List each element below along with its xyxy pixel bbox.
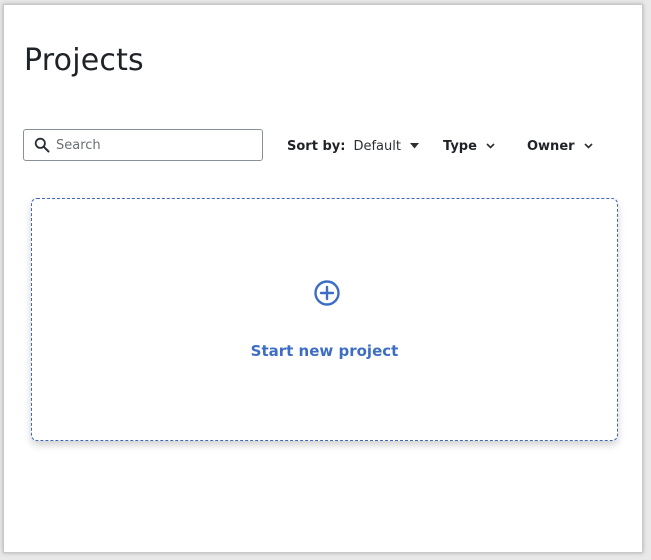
projects-window: Projects Sort by: Default Type Owner [3, 4, 643, 553]
search-input[interactable] [56, 137, 246, 153]
owner-label: Owner [527, 138, 575, 154]
type-dropdown[interactable]: Type [443, 137, 495, 155]
sort-dropdown[interactable]: Sort by: Default [287, 137, 419, 155]
sort-label: Sort by: [287, 138, 346, 154]
plus-circle-icon [313, 279, 341, 307]
start-new-project-card[interactable]: Start new project [31, 198, 618, 441]
owner-dropdown[interactable]: Owner [527, 137, 593, 155]
start-new-project-label: Start new project [250, 342, 399, 360]
caret-down-icon [409, 143, 419, 149]
chevron-down-icon [583, 143, 593, 149]
sort-value: Default [353, 138, 401, 154]
chevron-down-icon [486, 143, 495, 149]
search-box[interactable] [23, 129, 263, 161]
page-title: Projects [24, 43, 144, 78]
search-icon [34, 137, 50, 153]
type-label: Type [443, 138, 477, 154]
